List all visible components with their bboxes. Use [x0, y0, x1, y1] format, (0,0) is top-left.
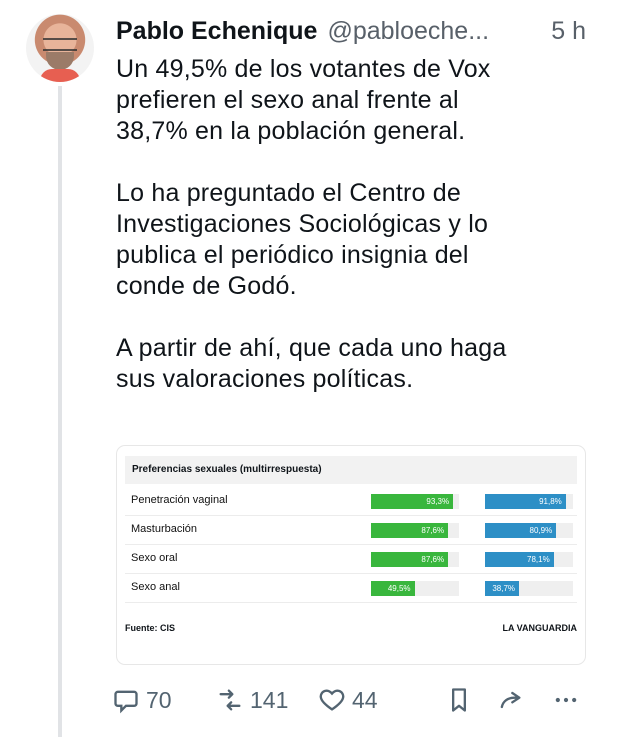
embedded-chart-card[interactable]: Preferencias sexuales (multirrespuesta) …	[116, 445, 586, 665]
general-population-bar: 38,7%	[485, 581, 520, 596]
retweet-icon	[219, 689, 241, 711]
avatar[interactable]	[26, 14, 94, 82]
bar-track: 87,6%	[371, 552, 459, 567]
category-label: Penetración vaginal	[131, 494, 228, 506]
bar-value-label: 93,3%	[426, 497, 450, 506]
category-label: Sexo anal	[131, 581, 180, 593]
bar-value-label: 80,9%	[529, 526, 553, 535]
chart-publisher: LA VANGUARDIA	[502, 623, 578, 633]
vox-bar: 93,3%	[371, 494, 454, 509]
like-count: 44	[352, 687, 378, 713]
reply-button[interactable]: 70	[112, 684, 172, 716]
chart-row: Penetración vaginal 93,3% 91,8%	[125, 486, 577, 516]
more-button[interactable]	[552, 684, 586, 716]
chart-title-row: Preferencias sexuales (multirrespuesta)	[125, 456, 577, 484]
post-time[interactable]: 5 h	[551, 14, 586, 48]
reply-count: 70	[146, 687, 172, 713]
avatar-glasses	[43, 38, 77, 51]
bar-track: 78,1%	[485, 552, 573, 567]
bar-chart: Penetración vaginal 93,3% 91,8% Masturbació…	[125, 486, 577, 626]
bar-value-label: 38,7%	[492, 584, 516, 593]
general-population-bar: 78,1%	[485, 552, 554, 567]
avatar-beard	[46, 52, 74, 70]
bar-track: 87,6%	[371, 523, 459, 538]
bar-track: 49,5%	[371, 581, 459, 596]
tweet-actions: 70 141 44	[112, 684, 604, 716]
bar-track: 91,8%	[485, 494, 573, 509]
chart-row: Sexo oral 87,6% 78,1%	[125, 544, 577, 574]
bar-value-label: 87,6%	[421, 555, 445, 564]
share-button[interactable]	[496, 684, 530, 716]
author-name[interactable]: Pablo Echenique	[116, 17, 317, 45]
chart-source: Fuente: CIS	[125, 623, 176, 633]
share-icon	[500, 691, 521, 709]
author-handle[interactable]: @pabloeche...	[327, 17, 489, 45]
bar-track: 93,3%	[371, 494, 459, 509]
bar-track: 80,9%	[485, 523, 573, 538]
general-population-bar: 80,9%	[485, 523, 557, 538]
post-header: Pablo Echenique @pabloeche... 5 h	[116, 14, 604, 48]
like-button[interactable]: 44	[318, 684, 378, 716]
bar-track: 38,7%	[485, 581, 573, 596]
chart-row: Masturbación 87,6% 80,9%	[125, 515, 577, 545]
chart-row: Sexo anal 49,5% 38,7%	[125, 573, 577, 603]
bookmark-icon	[452, 688, 466, 712]
retweet-button[interactable]: 141	[216, 684, 288, 716]
retweet-count: 141	[250, 687, 289, 713]
bar-value-label: 91,8%	[539, 497, 562, 506]
vox-bar: 49,5%	[371, 581, 415, 596]
bar-value-label: 87,6%	[421, 526, 445, 535]
bar-value-label: 78,1%	[527, 555, 550, 564]
like-icon	[319, 689, 345, 711]
bookmark-button[interactable]	[445, 684, 479, 716]
reply-icon	[114, 690, 138, 714]
chart-title: Preferencias sexuales (multirrespuesta)	[132, 464, 322, 475]
thread-line	[58, 86, 62, 737]
category-label: Sexo oral	[131, 552, 178, 564]
post-text: Un 49,5% de los votantes de Vox prefiere…	[116, 55, 507, 393]
vox-bar: 87,6%	[371, 552, 449, 567]
category-label: Masturbación	[131, 523, 198, 535]
avatar-shirt	[40, 69, 80, 82]
bar-value-label: 49,5%	[387, 584, 411, 593]
more-icon	[555, 697, 577, 703]
general-population-bar: 91,8%	[485, 494, 566, 509]
vox-bar: 87,6%	[371, 523, 449, 538]
